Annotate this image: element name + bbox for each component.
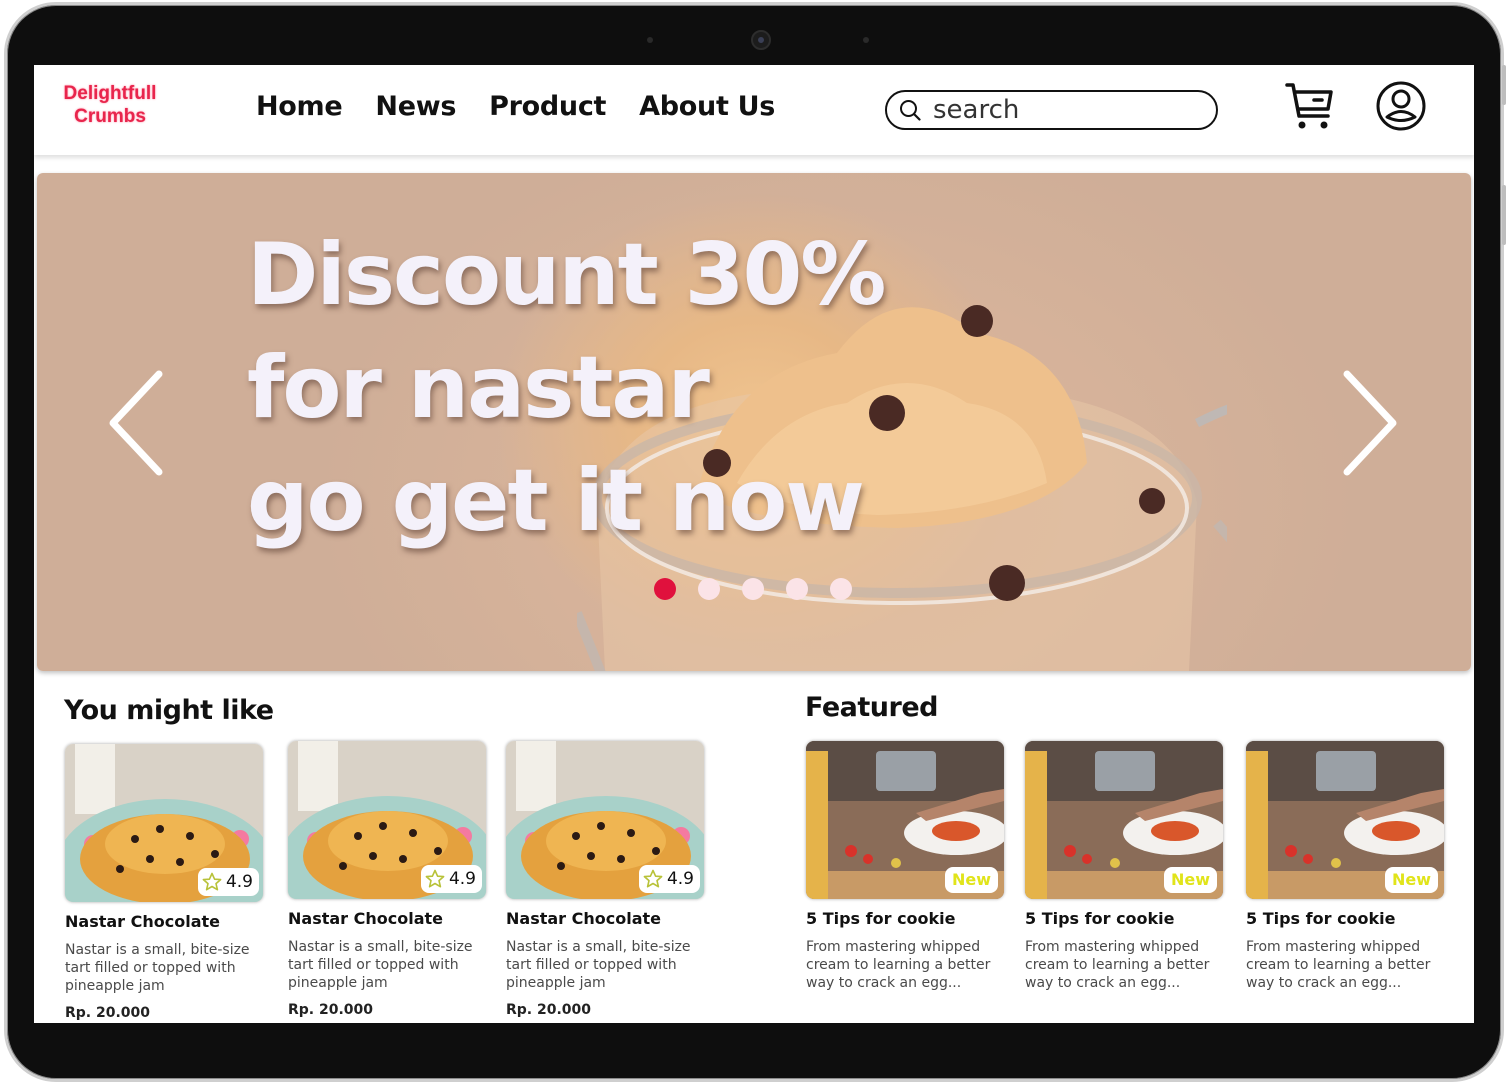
hero-headline: Discount 30% for nastar go get it now (247, 219, 886, 558)
hero-line-2: for nastar (247, 338, 710, 438)
carousel-dot[interactable] (786, 578, 808, 600)
product-price: Rp. 20.000 (506, 1002, 592, 1018)
rating-value: 4.9 (448, 869, 476, 889)
product-description: Nastar is a small, bite-size tart filled… (506, 939, 691, 991)
featured-title: Featured (805, 692, 938, 723)
article-title: 5 Tips for cookie (806, 909, 956, 928)
brand-line-2: Crumbs (74, 106, 146, 127)
new-badge: New (1163, 867, 1217, 893)
brand-logo[interactable]: Delightfull Crumbs (60, 82, 160, 128)
product-image: 4.9 (506, 741, 704, 899)
screen: Delightfull Crumbs Home News Product Abo… (34, 65, 1474, 1023)
carousel-dots (654, 578, 874, 600)
article-title: 5 Tips for cookie (1246, 909, 1396, 928)
nav-news[interactable]: News (375, 91, 456, 122)
rating-badge: 4.9 (197, 868, 259, 896)
cart-icon[interactable] (1284, 81, 1336, 133)
article-image: New (1025, 741, 1223, 899)
star-icon (643, 869, 663, 888)
article-image: New (1246, 741, 1444, 899)
rating-badge: 4.9 (638, 865, 700, 893)
rating-badge: 4.9 (420, 865, 482, 893)
camera (751, 30, 771, 50)
product-image: 4.9 (288, 741, 486, 899)
search-input[interactable] (933, 95, 1203, 125)
article-card[interactable]: New 5 Tips for cookie From mastering whi… (1246, 741, 1446, 992)
product-name: Nastar Chocolate (288, 909, 443, 928)
sensor-dot (863, 37, 869, 43)
nav-about-us[interactable]: About Us (639, 91, 775, 122)
hero-carousel[interactable]: Discount 30% for nastar go get it now (37, 173, 1471, 671)
star-icon (425, 869, 445, 888)
nav-home[interactable]: Home (256, 91, 343, 122)
carousel-dot[interactable] (654, 578, 676, 600)
hero-line-3: go get it now (247, 451, 865, 551)
rating-value: 4.9 (225, 872, 253, 892)
user-icon[interactable] (1375, 80, 1427, 132)
search-icon (900, 100, 921, 121)
nav-product[interactable]: Product (489, 91, 606, 122)
article-excerpt: From mastering whipped cream to learning… (1246, 939, 1431, 991)
recommend-title: You might like (64, 695, 274, 726)
article-card[interactable]: New 5 Tips for cookie From mastering whi… (1025, 741, 1225, 992)
product-card[interactable]: 4.9 Nastar Chocolate Nastar is a small, … (65, 744, 265, 1021)
carousel-dot[interactable] (742, 578, 764, 600)
article-excerpt: From mastering whipped cream to learning… (1025, 939, 1210, 991)
article-image: New (806, 741, 1004, 899)
search-bar[interactable] (885, 90, 1218, 130)
product-card[interactable]: 4.9 Nastar Chocolate Nastar is a small, … (288, 741, 488, 1018)
article-title: 5 Tips for cookie (1025, 909, 1175, 928)
star-icon (202, 872, 222, 891)
chevron-left-icon[interactable] (103, 368, 173, 478)
product-name: Nastar Chocolate (506, 909, 661, 928)
article-excerpt: From mastering whipped cream to learning… (806, 939, 991, 991)
brand-line-1: Delightfull (63, 83, 157, 104)
top-navbar: Delightfull Crumbs Home News Product Abo… (34, 65, 1474, 155)
side-button (1502, 65, 1506, 105)
product-price: Rp. 20.000 (65, 1005, 151, 1021)
rating-value: 4.9 (666, 869, 694, 889)
side-button (1502, 185, 1506, 245)
product-description: Nastar is a small, bite-size tart filled… (288, 939, 473, 991)
product-image: 4.9 (65, 744, 263, 902)
carousel-dot[interactable] (830, 578, 852, 600)
product-price: Rp. 20.000 (288, 1002, 374, 1018)
product-card[interactable]: 4.9 Nastar Chocolate Nastar is a small, … (506, 741, 706, 1018)
product-name: Nastar Chocolate (65, 912, 220, 931)
main-nav: Home News Product About Us (256, 91, 808, 122)
new-badge: New (944, 867, 998, 893)
carousel-dot[interactable] (698, 578, 720, 600)
new-badge: New (1384, 867, 1438, 893)
article-card[interactable]: New 5 Tips for cookie From mastering whi… (806, 741, 1006, 992)
hero-line-1: Discount 30% (247, 225, 886, 325)
sensor-dot (647, 37, 653, 43)
chevron-right-icon[interactable] (1333, 368, 1403, 478)
product-description: Nastar is a small, bite-size tart filled… (65, 942, 250, 994)
